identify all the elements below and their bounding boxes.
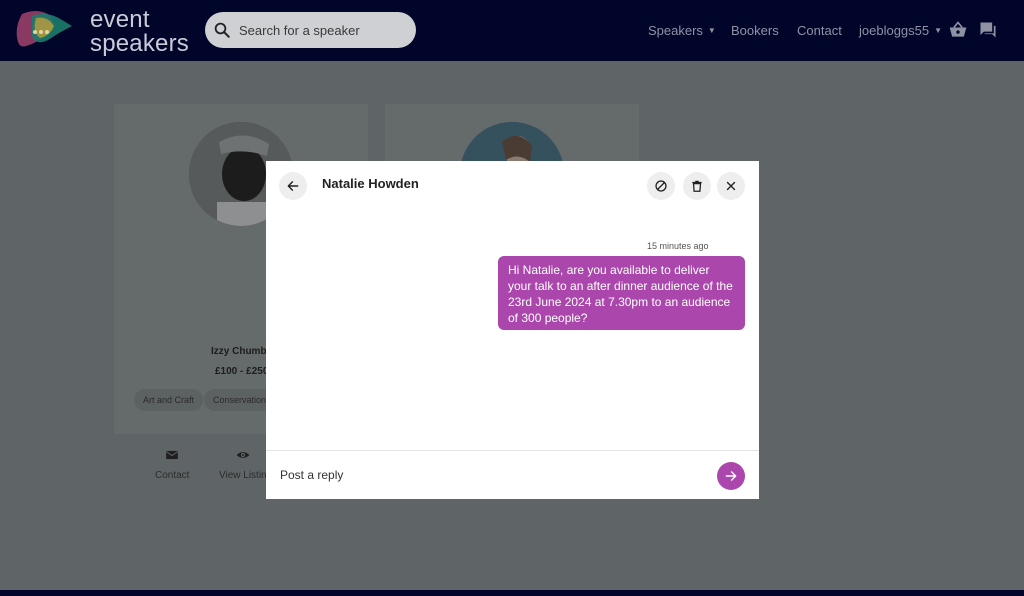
nav-user-menu[interactable]: joebloggs55 ▼: [859, 0, 942, 61]
trash-icon: [692, 180, 702, 192]
logo-wordmark: event speakers: [90, 8, 189, 56]
chat-icon[interactable]: [978, 20, 998, 40]
speaker-name: Izzy Chumb: [211, 346, 267, 357]
close-button[interactable]: [717, 172, 745, 200]
view-listing-label: View Listin: [219, 470, 267, 481]
nav-user-label: joebloggs55: [859, 23, 930, 38]
logo-mark-icon: [16, 11, 72, 47]
chevron-down-icon: ▼: [707, 26, 716, 35]
block-icon: [655, 180, 667, 192]
topic-tag[interactable]: Art and Craft: [134, 389, 204, 411]
nav-bookers-label: Bookers: [731, 23, 779, 38]
event-speakers-logo[interactable]: event speakers: [14, 6, 189, 56]
eye-icon: [236, 452, 250, 458]
search-icon: [214, 22, 230, 38]
top-navigation-bar: event speakers Speakers ▼ Bookers Contac…: [0, 0, 1024, 61]
view-listing-action[interactable]: View Listin: [219, 448, 267, 481]
topic-tag[interactable]: Conservation: [204, 389, 276, 411]
reply-bar: [266, 450, 759, 499]
nav-contact-label: Contact: [797, 23, 842, 38]
nav-speakers-label: Speakers: [648, 23, 703, 38]
footer-strip: [0, 590, 1024, 596]
speaker-price: £100 - £250: [215, 366, 269, 377]
sent-message-bubble: Hi Natalie, are you available to deliver…: [498, 256, 745, 330]
nav-user-wrap: joebloggs55 ▼: [859, 23, 942, 38]
logo-line-speakers: speakers: [90, 30, 189, 57]
arrow-left-icon: [287, 181, 299, 191]
send-button[interactable]: [717, 462, 745, 490]
message-timestamp: 15 minutes ago: [647, 241, 709, 251]
nav-speakers-wrap: Speakers ▼: [648, 23, 716, 38]
chevron-down-icon: ▼: [934, 26, 943, 35]
nav-speakers[interactable]: Speakers ▼: [648, 0, 716, 61]
arrow-right-icon: [725, 471, 737, 481]
contact-action[interactable]: Contact: [155, 448, 189, 481]
basket-icon[interactable]: [948, 20, 968, 40]
nav-contact[interactable]: Contact: [797, 0, 842, 61]
search-box[interactable]: [205, 12, 416, 48]
nav-bookers[interactable]: Bookers: [731, 0, 779, 61]
delete-button[interactable]: [683, 172, 711, 200]
block-button[interactable]: [647, 172, 675, 200]
contact-action-label: Contact: [155, 470, 190, 481]
reply-input[interactable]: [280, 465, 680, 485]
mail-icon: [166, 450, 179, 460]
close-icon: [726, 181, 736, 191]
conversation-dialog: Natalie Howden 15 minutes ago Hi Natalie…: [266, 161, 759, 499]
back-button[interactable]: [279, 172, 307, 200]
search-input[interactable]: [239, 22, 399, 38]
logo-line-event: event: [90, 6, 150, 33]
conversation-title: Natalie Howden: [322, 176, 419, 191]
